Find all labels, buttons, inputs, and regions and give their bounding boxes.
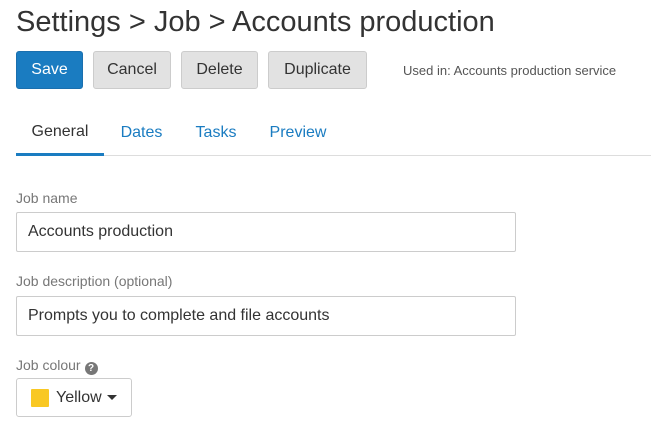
tab-preview[interactable]: Preview: [253, 110, 343, 156]
job-name-value: Accounts production: [28, 223, 173, 240]
toolbar: Save Cancel Delete Duplicate Used in: Ac…: [16, 51, 616, 89]
duplicate-button[interactable]: Duplicate: [268, 51, 367, 89]
tab-general[interactable]: General: [16, 110, 104, 156]
job-colour-label: Job colour: [16, 357, 81, 373]
job-description-label: Job description (optional): [16, 273, 173, 289]
tab-bar: General Dates Tasks Preview: [16, 110, 651, 156]
job-colour-label-row: Job colour?: [16, 357, 98, 375]
job-colour-dropdown[interactable]: Yellow: [16, 378, 132, 417]
question-circle-icon[interactable]: ?: [84, 362, 98, 375]
used-in-text: Used in: Accounts production service: [403, 62, 617, 78]
page-title: Settings > Job > Accounts production: [16, 6, 495, 38]
tab-tasks[interactable]: Tasks: [179, 110, 253, 156]
caret-down-icon: [106, 395, 117, 400]
job-colour-value: Yellow: [56, 388, 102, 406]
job-description-field[interactable]: Prompts you to complete and file account…: [16, 296, 516, 336]
job-description-value: Prompts you to complete and file account…: [28, 307, 330, 324]
delete-button[interactable]: Delete: [181, 51, 258, 89]
colour-swatch: [31, 388, 49, 407]
job-name-label: Job name: [16, 190, 78, 206]
job-name-field[interactable]: Accounts production: [16, 212, 516, 252]
cancel-button[interactable]: Cancel: [93, 51, 171, 89]
save-button[interactable]: Save: [16, 51, 83, 89]
tab-dates[interactable]: Dates: [104, 110, 179, 156]
